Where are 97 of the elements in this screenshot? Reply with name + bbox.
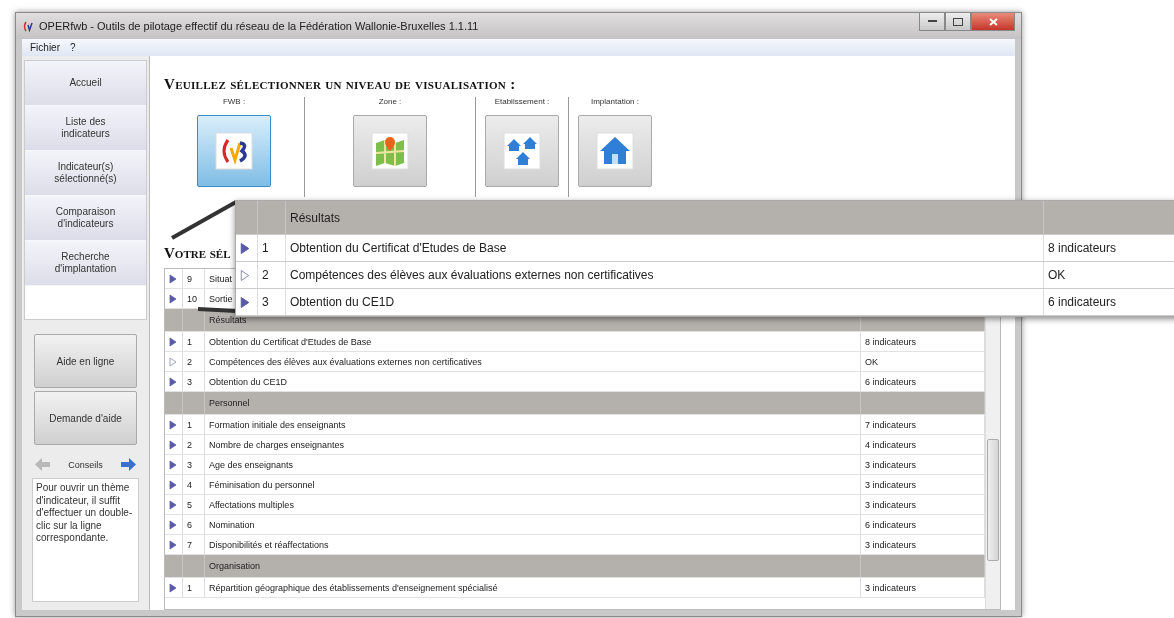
- logo-icon: [214, 131, 254, 171]
- section-heading: Veuillez sélectionner un niveau de visualisation :: [164, 76, 517, 93]
- expand-arrow-icon[interactable]: [169, 519, 177, 530]
- indicator-name[interactable]: Nomination: [205, 515, 861, 534]
- expand-arrow-icon[interactable]: [240, 241, 250, 255]
- expand-arrow-icon[interactable]: [169, 539, 177, 550]
- houses-icon: [502, 131, 542, 171]
- row-number: 10: [183, 289, 205, 308]
- row-number: 7: [183, 535, 205, 554]
- nav-button[interactable]: Accueil: [25, 61, 146, 106]
- indicator-name[interactable]: Formation initiale des enseignants: [205, 415, 861, 434]
- indicator-name[interactable]: Affectations multiples: [205, 495, 861, 514]
- help-button[interactable]: Demande d'aide: [34, 391, 137, 445]
- minimize-icon: [927, 20, 937, 23]
- menu-item[interactable]: ?: [70, 42, 76, 53]
- level-button[interactable]: [197, 115, 271, 187]
- section-heading: Votre sél: [164, 245, 231, 262]
- maximize-button[interactable]: [945, 13, 971, 31]
- house-icon: [595, 131, 635, 171]
- maximize-icon: [953, 17, 963, 26]
- window-title: OPERfwb - Outils de pilotage effectif du réseau de la Fédération Wallonie-Bruxelles 1.1.11: [39, 20, 480, 32]
- expand-arrow-icon[interactable]: [169, 376, 177, 387]
- group-title: Personnel: [205, 392, 861, 414]
- indicator-name[interactable]: Féminisation du personnel: [205, 475, 861, 494]
- tip-text: Pour ouvrir un thème d'indicateur, il suffit d'effectuer un double-clic sur la ligne correspondante.: [32, 478, 139, 602]
- level-button[interactable]: [578, 115, 652, 187]
- indicator-count: 3 indicateurs: [865, 539, 917, 550]
- row-number: 2: [258, 262, 286, 288]
- expand-arrow-icon[interactable]: [169, 499, 177, 510]
- level-label: Zone :: [378, 97, 402, 106]
- indicator-name[interactable]: Obtention du Certificat d'Etudes de Base: [205, 332, 861, 351]
- indicator-count: 3 indicateurs: [865, 459, 917, 470]
- help-button[interactable]: Aide en ligne: [34, 334, 137, 388]
- row-number: 3: [183, 372, 205, 391]
- indicator-name[interactable]: Obtention du CE1D: [205, 372, 861, 391]
- indicator-count: 8 indicateurs: [865, 336, 917, 347]
- next-arrow-button[interactable]: [120, 457, 137, 472]
- indicator-count: OK: [865, 356, 878, 367]
- row-number: 1: [258, 235, 286, 261]
- row-number: 2: [183, 352, 205, 371]
- level-button[interactable]: [485, 115, 559, 187]
- close-button[interactable]: [971, 13, 1015, 31]
- row-number: 1: [183, 415, 205, 434]
- leader-line: [171, 200, 237, 240]
- indicator-count: 7 indicateurs: [865, 419, 917, 430]
- indicator-name[interactable]: Obtention du CE1D: [286, 289, 1044, 315]
- indicator-count: 3 indicateurs: [865, 582, 917, 593]
- indicator-count: 8 indicateurs: [1048, 241, 1117, 255]
- level-label: Etablissement :: [494, 97, 550, 106]
- expand-arrow-icon[interactable]: [169, 459, 177, 470]
- nav-button[interactable]: Indicateur(s) sélectionné(s): [25, 151, 146, 196]
- indicator-count: 6 indicateurs: [865, 519, 917, 530]
- row-number: 4: [183, 475, 205, 494]
- indicator-name[interactable]: Obtention du Certificat d'Etudes de Base: [286, 235, 1044, 261]
- level-label: Implantation :: [591, 97, 639, 106]
- row-number: 1: [183, 332, 205, 351]
- nav-button[interactable]: Liste des indicateurs: [25, 106, 146, 151]
- indicator-count: 4 indicateurs: [865, 439, 917, 450]
- indicator-name[interactable]: Disponibilités et réaffectations: [205, 535, 861, 554]
- row-number: 3: [258, 289, 286, 315]
- expand-arrow-icon[interactable]: [169, 582, 177, 593]
- row-number: 6: [183, 515, 205, 534]
- row-number: 9: [183, 269, 205, 288]
- level-label: FWB :: [222, 97, 246, 106]
- expand-arrow-icon[interactable]: [169, 273, 177, 284]
- leader-line: [197, 307, 237, 313]
- indicator-name[interactable]: Nombre de charges enseignantes: [205, 435, 861, 454]
- expand-arrow-icon[interactable]: [169, 336, 177, 347]
- row-number: 3: [183, 455, 205, 474]
- indicator-name[interactable]: Age des enseignants: [205, 455, 861, 474]
- group-title: Organisation: [205, 555, 861, 577]
- row-number: 2: [183, 435, 205, 454]
- expand-arrow-icon[interactable]: [240, 268, 250, 282]
- group-title: Résultats: [286, 201, 1044, 234]
- nav-button[interactable]: Recherche d'implantation: [25, 241, 146, 286]
- nav-button[interactable]: Comparaison d'indicateurs: [25, 196, 146, 241]
- indicator-name[interactable]: Compétences des élèves aux évaluations externes non certificatives: [286, 262, 1044, 288]
- close-icon: [988, 17, 998, 26]
- expand-arrow-icon[interactable]: [169, 439, 177, 450]
- map-icon: [370, 131, 410, 171]
- indicator-count: 6 indicateurs: [865, 376, 917, 387]
- row-number: 5: [183, 495, 205, 514]
- expand-arrow-icon[interactable]: [169, 419, 177, 430]
- tips-title: Conseils: [68, 459, 103, 470]
- indicator-count: OK: [1048, 268, 1066, 282]
- minimize-button[interactable]: [919, 13, 945, 31]
- menu-item[interactable]: Fichier: [30, 42, 60, 53]
- row-number: 1: [183, 578, 205, 597]
- indicator-count: 3 indicateurs: [865, 479, 917, 490]
- indicator-name[interactable]: Répartition géographique des établissements d'enseignement spécialisé: [205, 578, 861, 597]
- indicator-count: 3 indicateurs: [865, 499, 917, 510]
- app-icon: [22, 19, 35, 33]
- indicator-name[interactable]: Compétences des élèves aux évaluations externes non certificatives: [205, 352, 861, 371]
- expand-arrow-icon[interactable]: [169, 293, 177, 304]
- indicator-count: 6 indicateurs: [1048, 295, 1117, 309]
- expand-arrow-icon[interactable]: [240, 295, 250, 309]
- expand-arrow-icon[interactable]: [169, 479, 177, 490]
